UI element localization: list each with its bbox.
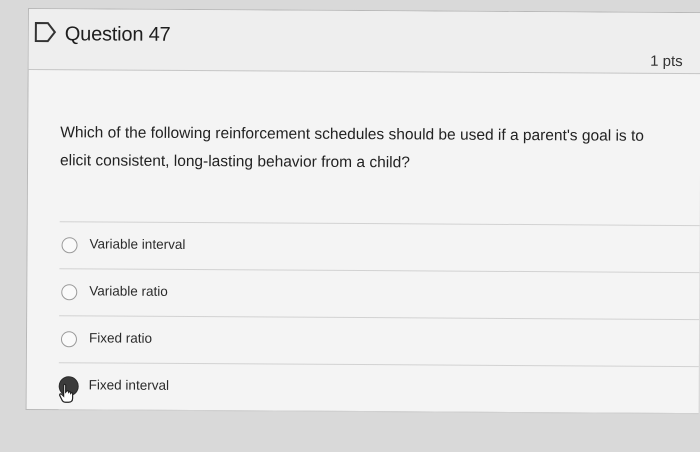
question-points: 1 pts: [650, 52, 683, 71]
answer-label: Variable interval: [89, 236, 186, 252]
answer-list: Variable interval Variable ratio Fixed r…: [58, 221, 700, 415]
question-card: Question 47 1 pts Which of the following…: [25, 8, 700, 415]
radio-button[interactable]: [60, 331, 78, 348]
radio-button[interactable]: [61, 284, 78, 301]
question-header: Question 47 1 pts: [28, 9, 700, 75]
answer-label: Fixed interval: [88, 377, 170, 393]
flag-icon[interactable]: [33, 19, 59, 45]
answer-option-fixed-interval[interactable]: Fixed interval: [58, 363, 699, 415]
answer-option-fixed-ratio[interactable]: Fixed ratio: [58, 316, 700, 368]
answer-label: Fixed ratio: [88, 330, 153, 346]
answer-option-variable-ratio[interactable]: Variable ratio: [59, 269, 700, 321]
question-text: Which of the following reinforcement sch…: [60, 124, 644, 172]
answer-option-variable-interval[interactable]: Variable interval: [59, 222, 700, 274]
radio-button[interactable]: [61, 237, 78, 254]
hand-pointer-icon: [59, 383, 74, 403]
question-title: Question 47: [64, 23, 171, 46]
answer-label: Variable ratio: [89, 283, 168, 299]
